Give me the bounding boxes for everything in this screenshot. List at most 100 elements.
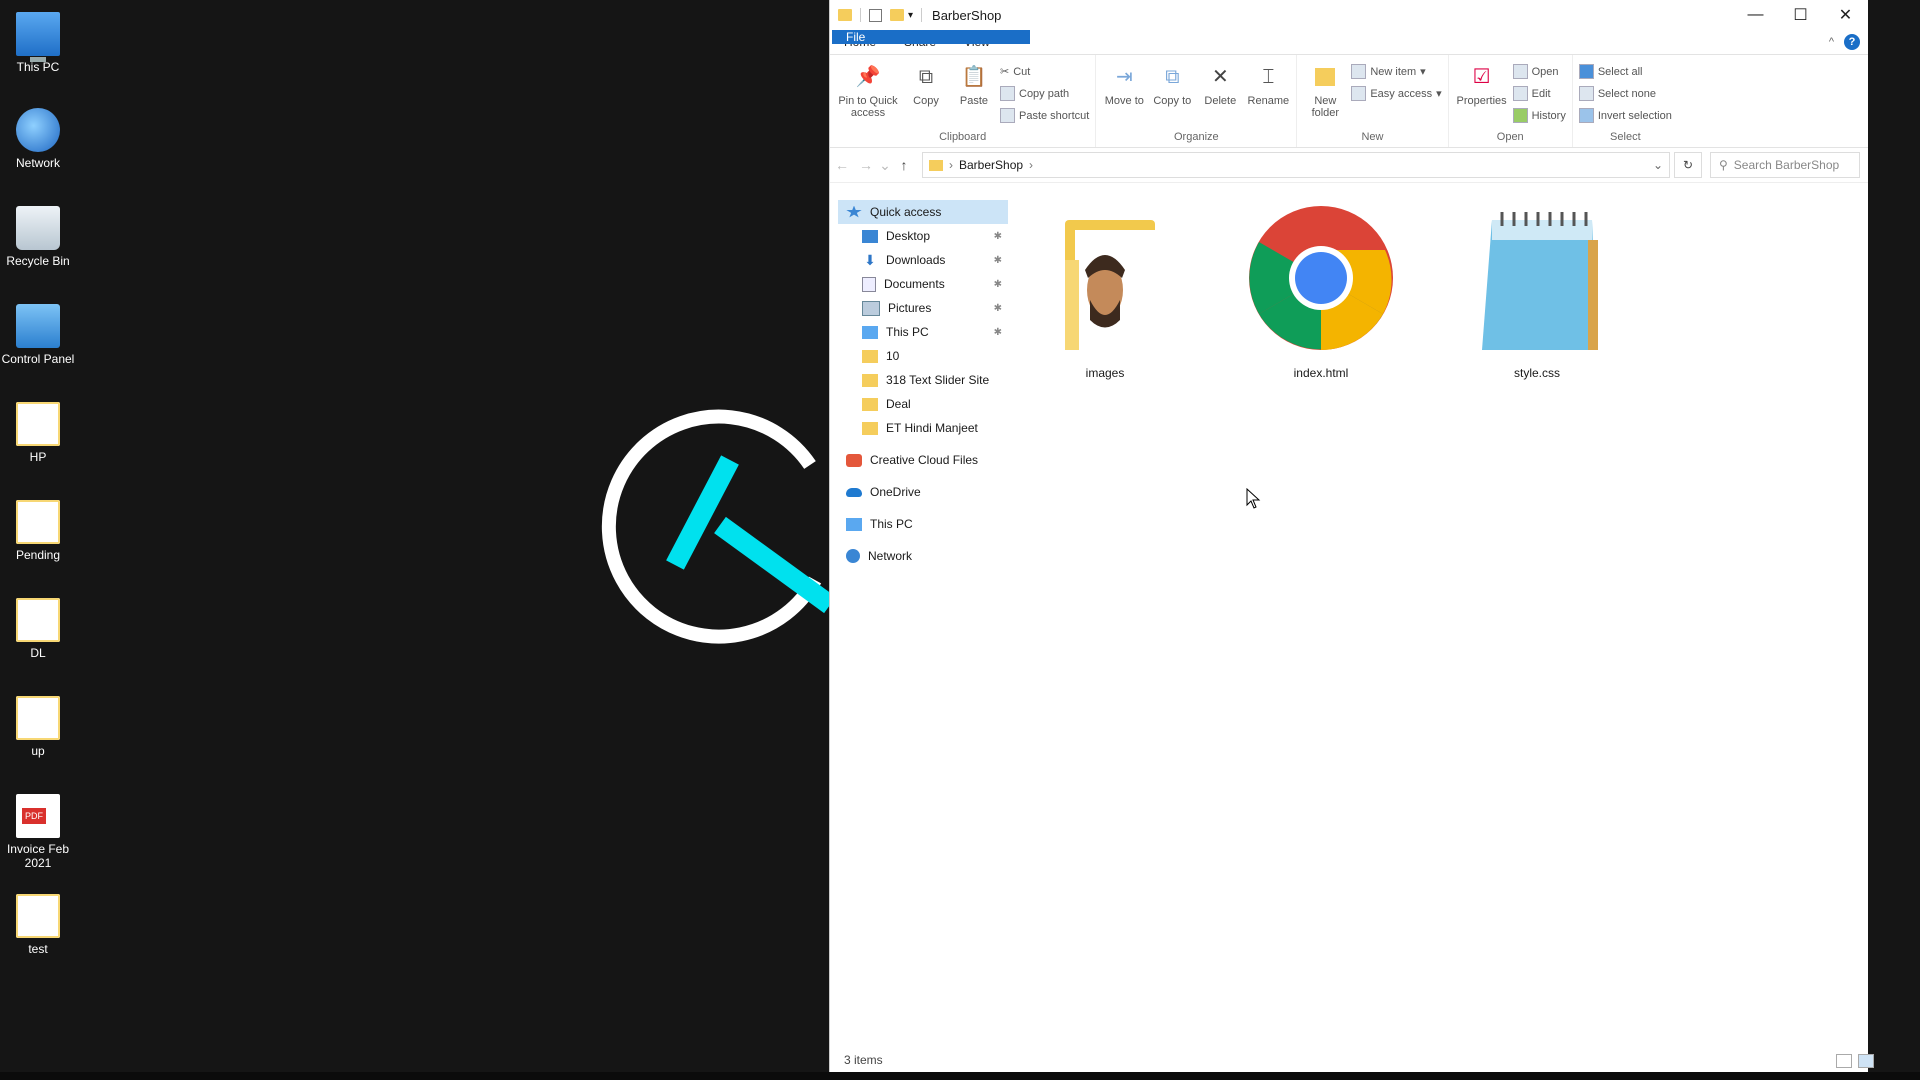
open-button[interactable]: Open bbox=[1512, 63, 1566, 80]
nav-creative-cloud[interactable]: Creative Cloud Files bbox=[838, 448, 1008, 472]
nav-desktop[interactable]: Desktop ✱ bbox=[838, 224, 1008, 248]
desktop-icon-hp[interactable]: HP bbox=[0, 402, 76, 464]
nav-folder-318[interactable]: 318 Text Slider Site bbox=[838, 368, 1008, 392]
help-icon[interactable]: ? bbox=[1844, 34, 1860, 50]
copy-icon: ⧉ bbox=[918, 66, 934, 88]
title-bar: ▾ BarberShop — ☐ ✕ bbox=[830, 0, 1868, 30]
button-label: Cut bbox=[1013, 65, 1031, 78]
desktop-icon-dl[interactable]: DL bbox=[0, 598, 76, 660]
search-input[interactable]: ⚲ Search BarberShop bbox=[1710, 152, 1860, 178]
desktop-icon-this-pc[interactable]: This PC bbox=[0, 12, 76, 74]
copy-to-button[interactable]: ⧉ Copy to bbox=[1150, 59, 1194, 131]
nav-label: Desktop bbox=[886, 229, 931, 243]
chevron-down-icon: ▾ bbox=[1420, 66, 1426, 78]
up-icon[interactable]: ↑ bbox=[892, 157, 916, 173]
address-bar[interactable]: › BarberShop › ⌄ bbox=[922, 152, 1670, 178]
this-pc-icon bbox=[16, 12, 60, 62]
desktop-icon-up[interactable]: up bbox=[0, 696, 76, 758]
pin-to-quick-access-button[interactable]: 📌 Pin to Quick access bbox=[836, 59, 900, 131]
folder-icon bbox=[862, 349, 878, 363]
desktop-icon-invoice[interactable]: Invoice Feb 2021 bbox=[0, 794, 76, 870]
nav-label: This PC bbox=[870, 517, 913, 531]
desktop-icon-pending[interactable]: Pending bbox=[0, 500, 76, 562]
button-label: New item bbox=[1370, 65, 1417, 78]
delete-button[interactable]: ✕ Delete bbox=[1198, 59, 1242, 131]
easy-access-button[interactable]: Easy access ▾ bbox=[1351, 85, 1442, 102]
nav-documents[interactable]: Documents ✱ bbox=[838, 272, 1008, 296]
nav-network[interactable]: Network bbox=[838, 544, 1008, 568]
minimize-button[interactable]: — bbox=[1733, 0, 1778, 30]
nav-folder-et-hindi[interactable]: ET Hindi Manjeet bbox=[838, 416, 1008, 440]
maximize-button[interactable]: ☐ bbox=[1778, 0, 1823, 30]
nav-onedrive[interactable]: OneDrive bbox=[838, 480, 1008, 504]
cut-button[interactable]: ✂ Cut bbox=[1000, 63, 1089, 80]
collapse-ribbon-icon[interactable]: ^ bbox=[1829, 36, 1834, 48]
file-item-images[interactable]: images bbox=[1020, 200, 1190, 380]
new-item-button[interactable]: New item ▾ bbox=[1351, 63, 1441, 80]
nav-label: 10 bbox=[886, 349, 900, 363]
desktop-icon-label: test bbox=[28, 942, 48, 956]
tab-file[interactable]: File bbox=[832, 30, 1030, 44]
pin-icon[interactable]: ✱ bbox=[994, 303, 1002, 314]
button-label: Paste shortcut bbox=[1019, 109, 1090, 122]
properties-button[interactable]: ☑ Properties bbox=[1455, 59, 1509, 131]
pin-icon[interactable]: ✱ bbox=[994, 327, 1002, 338]
button-label: Open bbox=[1531, 65, 1559, 78]
file-item-style-css[interactable]: style.css bbox=[1452, 200, 1622, 380]
select-all-icon bbox=[1578, 64, 1594, 79]
move-to-button[interactable]: ⇥ Move to bbox=[1102, 59, 1146, 131]
close-button[interactable]: ✕ bbox=[1823, 0, 1868, 30]
copy-button[interactable]: ⧉ Copy bbox=[904, 59, 948, 131]
button-label: Edit bbox=[1531, 87, 1551, 100]
mouse-cursor-icon bbox=[1246, 488, 1261, 509]
desktop-icon-network[interactable]: Network bbox=[0, 108, 76, 170]
paste-button[interactable]: 📋 Paste bbox=[952, 59, 996, 131]
rename-button[interactable]: ⌶ Rename bbox=[1246, 59, 1290, 131]
refresh-button[interactable]: ↻ bbox=[1674, 152, 1702, 178]
nav-this-pc-pinned[interactable]: This PC ✱ bbox=[838, 320, 1008, 344]
new-folder-button[interactable]: New folder bbox=[1303, 59, 1347, 131]
new-folder-quick-icon[interactable] bbox=[890, 9, 904, 21]
nav-folder-10[interactable]: 10 bbox=[838, 344, 1008, 368]
nav-this-pc[interactable]: This PC bbox=[838, 512, 1008, 536]
folder-icon bbox=[862, 397, 878, 411]
details-view-icon[interactable] bbox=[1836, 1054, 1852, 1068]
edit-button[interactable]: Edit bbox=[1512, 85, 1566, 102]
desktop-icon-control-panel[interactable]: Control Panel bbox=[0, 304, 76, 366]
back-icon[interactable]: ← bbox=[830, 157, 854, 173]
pictures-icon bbox=[862, 300, 880, 316]
pin-icon[interactable]: ✱ bbox=[994, 279, 1002, 290]
desktop-icon-label: Recycle Bin bbox=[6, 254, 70, 268]
chevron-right-icon[interactable]: › bbox=[1029, 158, 1033, 172]
chevron-down-icon[interactable]: ⌄ bbox=[1653, 158, 1663, 172]
file-item-index-html[interactable]: index.html bbox=[1236, 200, 1406, 380]
nav-label: Quick access bbox=[870, 205, 942, 219]
pin-icon: 📌 bbox=[855, 66, 881, 88]
pin-icon[interactable]: ✱ bbox=[994, 255, 1002, 266]
new-folder-icon bbox=[1312, 63, 1338, 91]
history-button[interactable]: History bbox=[1512, 107, 1566, 124]
nav-label: Documents bbox=[884, 277, 945, 291]
folder-icon bbox=[16, 696, 60, 740]
select-none-button[interactable]: Select none bbox=[1578, 85, 1672, 102]
large-icons-view-icon[interactable] bbox=[1858, 1054, 1874, 1068]
copy-path-button[interactable]: Copy path bbox=[1000, 85, 1089, 102]
open-icon bbox=[1512, 64, 1528, 79]
nav-pictures[interactable]: Pictures ✱ bbox=[838, 296, 1008, 320]
select-all-button[interactable]: Select all bbox=[1578, 63, 1672, 80]
nav-label: This PC bbox=[886, 325, 929, 339]
pin-icon[interactable]: ✱ bbox=[994, 231, 1002, 242]
properties-quick-icon[interactable] bbox=[869, 8, 882, 22]
invert-selection-button[interactable]: Invert selection bbox=[1578, 107, 1672, 124]
nav-quick-access[interactable]: Quick access bbox=[838, 200, 1008, 224]
breadcrumb[interactable]: BarberShop bbox=[959, 158, 1023, 172]
recent-locations-icon[interactable]: ⌄ bbox=[878, 157, 892, 174]
customize-quick-access-icon[interactable]: ▾ bbox=[908, 10, 913, 21]
desktop-icon-test[interactable]: test bbox=[0, 894, 76, 956]
nav-downloads[interactable]: ⬇ Downloads ✱ bbox=[838, 248, 1008, 272]
forward-icon[interactable]: → bbox=[854, 157, 878, 173]
paste-shortcut-button[interactable]: Paste shortcut bbox=[1000, 107, 1089, 124]
chevron-right-icon: › bbox=[949, 158, 953, 172]
nav-folder-deal[interactable]: Deal bbox=[838, 392, 1008, 416]
desktop-icon-recycle-bin[interactable]: Recycle Bin bbox=[0, 206, 76, 268]
